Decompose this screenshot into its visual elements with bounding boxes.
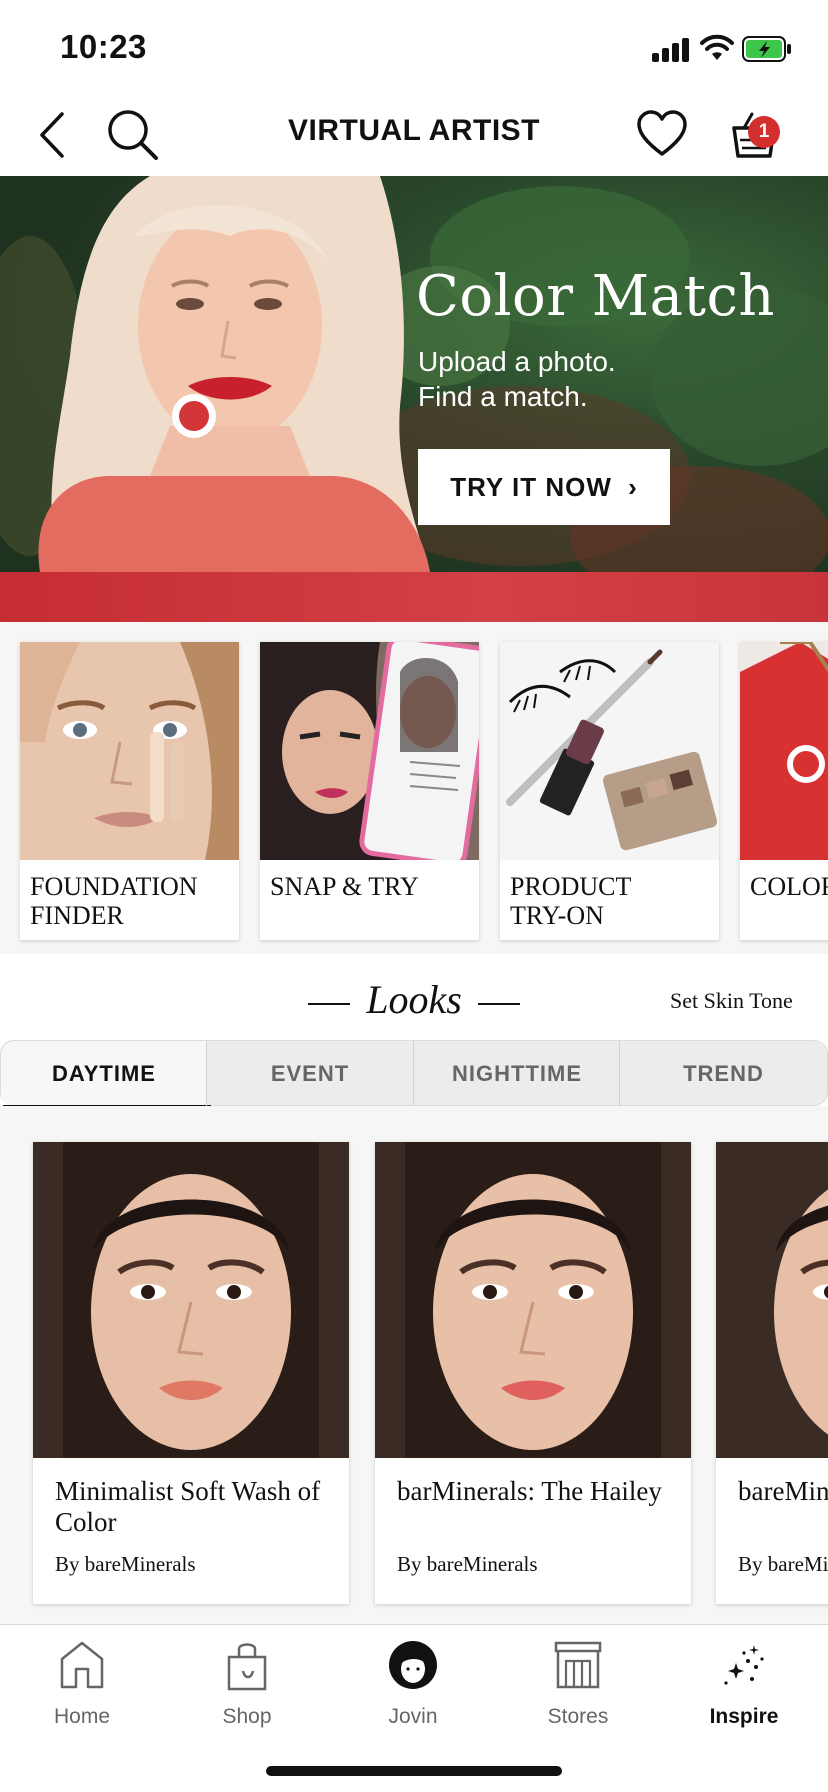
- look-model-image: [716, 1142, 828, 1458]
- hero-title: Color Match: [416, 264, 775, 329]
- look-brand: By bareMinerals: [738, 1552, 828, 1576]
- tab-nighttime[interactable]: NIGHTTIME: [414, 1041, 620, 1107]
- tab-bar-label: Home: [53, 1705, 111, 1728]
- product-try-on-image: [500, 642, 719, 860]
- tab-bar-label: Shop: [222, 1705, 272, 1728]
- looks-carousel[interactable]: Minimalist Soft Wash of Color By bareMin…: [0, 1106, 828, 1624]
- look-brand: By bareMinerals: [397, 1552, 538, 1576]
- avatar-icon: [389, 1641, 437, 1689]
- tab-bar-label: Jovin: [388, 1705, 438, 1728]
- store-icon: [554, 1641, 602, 1689]
- looks-title-text: Looks: [366, 977, 462, 1022]
- tab-bar-label: Inspire: [709, 1705, 779, 1728]
- nav-bar: VIRTUAL ARTIST: [0, 96, 828, 176]
- tab-bar-shop[interactable]: Shop: [177, 1639, 317, 1739]
- heading-dash-right: [477, 1002, 520, 1005]
- battery-charging-icon: [742, 36, 791, 62]
- tool-card-snap-and-try[interactable]: SNAP & TRY: [260, 642, 479, 940]
- snap-and-try-image: [260, 642, 479, 860]
- foundation-finder-image: [20, 642, 239, 860]
- color-match-image: [740, 642, 828, 860]
- tool-card-label: PRODUCT TRY-ON: [510, 872, 632, 930]
- hero-red-band: [0, 572, 828, 622]
- tab-daytime[interactable]: DAYTIME: [1, 1041, 211, 1109]
- tab-bar-inspire[interactable]: Inspire: [674, 1639, 814, 1739]
- model-photo: [38, 176, 430, 572]
- tab-bar-label: Stores: [547, 1705, 609, 1728]
- look-name: bareMinerals: Cool Sn: [738, 1476, 828, 1506]
- status-bar: 10:23: [0, 0, 828, 96]
- tool-card-product-try-on[interactable]: PRODUCT TRY-ON: [500, 642, 719, 940]
- chevron-right-icon: ›: [628, 472, 638, 502]
- look-name: barMinerals: The Hailey: [397, 1476, 662, 1506]
- look-model-image: [375, 1142, 691, 1458]
- page-title: VIRTUAL ARTIST: [288, 114, 540, 147]
- status-time: 10:23: [60, 28, 147, 65]
- look-model-image: [33, 1142, 349, 1458]
- home-indicator: [266, 1766, 562, 1776]
- color-pick-marker: [172, 394, 216, 438]
- cellular-signal-icon: [652, 36, 696, 62]
- hero-subtitle: Upload a photo. Find a match.: [418, 346, 616, 412]
- cart-count-badge: 1: [748, 116, 780, 148]
- looks-tabs: DAYTIME EVENT NIGHTTIME TREND: [0, 1040, 828, 1109]
- tool-card-color[interactable]: COLOR: [740, 642, 828, 940]
- sparkles-icon: [724, 1645, 764, 1685]
- shopping-bag-icon: [227, 1643, 267, 1691]
- tool-card-foundation-finder[interactable]: FOUNDATION FINDER: [20, 642, 239, 940]
- home-icon: [60, 1641, 104, 1689]
- tab-bar-jovin[interactable]: Jovin: [343, 1639, 483, 1739]
- try-it-now-label: TRY IT NOW: [450, 472, 612, 502]
- heart-icon[interactable]: [636, 108, 688, 160]
- look-card[interactable]: bareMinerals: Cool Sn By bareMinerals: [716, 1142, 828, 1604]
- tab-bar-stores[interactable]: Stores: [508, 1639, 648, 1739]
- tool-card-label: SNAP & TRY: [270, 872, 419, 901]
- look-brand: By bareMinerals: [55, 1552, 196, 1576]
- tools-carousel[interactable]: FOUNDATION FINDER SNAP & TRY PRODUCT TRY…: [0, 622, 828, 954]
- tab-event[interactable]: EVENT: [207, 1041, 413, 1107]
- look-card[interactable]: barMinerals: The Hailey By bareMinerals: [375, 1142, 691, 1604]
- look-name: Minimalist Soft Wash of Color: [55, 1476, 321, 1537]
- tool-card-label: COLOR: [750, 872, 828, 901]
- color-match-banner[interactable]: Color Match Upload a photo. Find a match…: [0, 176, 828, 622]
- heading-dash-left: [308, 1002, 351, 1005]
- tab-bar-home[interactable]: Home: [12, 1639, 152, 1739]
- wifi-icon: [700, 34, 734, 60]
- tab-trend[interactable]: TREND: [620, 1041, 827, 1107]
- try-it-now-button[interactable]: TRY IT NOW ›: [418, 449, 670, 525]
- set-skin-tone-link[interactable]: Set Skin Tone: [670, 988, 793, 1014]
- tool-card-label: FOUNDATION FINDER: [30, 872, 198, 930]
- look-card[interactable]: Minimalist Soft Wash of Color By bareMin…: [33, 1142, 349, 1604]
